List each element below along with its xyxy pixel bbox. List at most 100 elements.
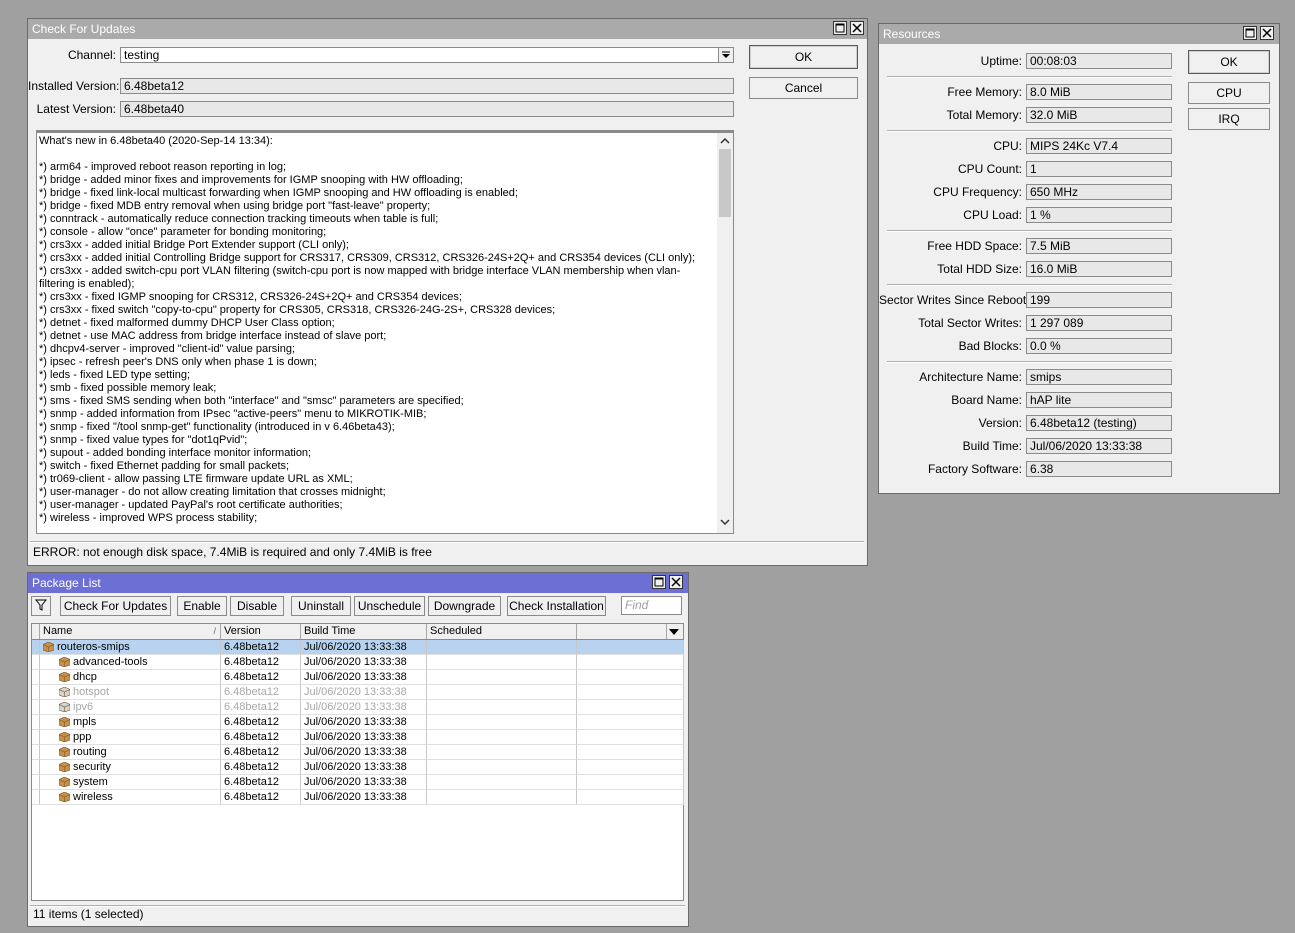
package-icon: [59, 777, 70, 787]
row-spacer-cell: [32, 775, 40, 790]
package-build-cell: Jul/06/2020 13:33:38: [301, 700, 427, 715]
changelog-line: *) crs3xx - added initial Controlling Br…: [39, 252, 696, 264]
free-memory-label: Free Memory:: [947, 85, 1022, 99]
scroll-up-icon[interactable]: [720, 136, 730, 148]
maximize-icon[interactable]: [833, 21, 847, 35]
package-build-cell: Jul/06/2020 13:33:38: [301, 745, 427, 760]
changelog-textarea[interactable]: What's new in 6.48beta40 (2020-Sep-14 13…: [36, 130, 734, 534]
cancel-button[interactable]: Cancel: [749, 77, 858, 99]
changelog-line: *) arm64 - improved reboot reason report…: [39, 161, 287, 173]
filter-button[interactable]: [31, 596, 51, 616]
package-name-cell: routing: [40, 745, 221, 760]
column-header-name[interactable]: Name /: [40, 624, 221, 639]
package-scheduled-cell: [427, 790, 577, 805]
table-row[interactable]: security 6.48beta12 Jul/06/2020 13:33:38: [32, 760, 684, 775]
disable-button[interactable]: Disable: [230, 596, 284, 616]
package-scheduled-cell: [427, 685, 577, 700]
package-version-cell: 6.48beta12: [221, 700, 301, 715]
package-build-cell: Jul/06/2020 13:33:38: [301, 655, 427, 670]
unschedule-button[interactable]: Unschedule: [354, 596, 425, 616]
table-row[interactable]: ppp 6.48beta12 Jul/06/2020 13:33:38: [32, 730, 684, 745]
row-spacer-cell: [32, 700, 40, 715]
resources-ok-button[interactable]: OK: [1188, 50, 1270, 74]
package-build-cell: Jul/06/2020 13:33:38: [301, 685, 427, 700]
irq-button[interactable]: IRQ: [1188, 108, 1270, 130]
package-list-window: Package List Check For Updates Enable Di…: [27, 572, 689, 927]
row-spacer-cell: [577, 670, 684, 685]
package-scheduled-cell: [427, 715, 577, 730]
table-row[interactable]: hotspot 6.48beta12 Jul/06/2020 13:33:38: [32, 685, 684, 700]
column-header-scheduled[interactable]: Scheduled: [427, 624, 577, 639]
downgrade-button[interactable]: Downgrade: [428, 596, 501, 616]
table-row[interactable]: ipv6 6.48beta12 Jul/06/2020 13:33:38: [32, 700, 684, 715]
changelog-line: *) bridge - fixed MDB entry removal when…: [39, 200, 431, 212]
free-hdd-space-label: Free HDD Space:: [927, 239, 1022, 253]
package-name: routing: [73, 746, 107, 758]
column-header-version[interactable]: Version: [221, 624, 301, 639]
table-row[interactable]: wireless 6.48beta12 Jul/06/2020 13:33:38: [32, 790, 684, 805]
close-icon[interactable]: [850, 21, 864, 35]
cpu-button[interactable]: CPU: [1188, 82, 1270, 104]
column-menu-icon[interactable]: [669, 627, 679, 639]
row-spacer-cell: [32, 715, 40, 730]
column-header-build-time[interactable]: Build Time: [301, 624, 427, 639]
changelog-line: *) snmp - added information from IPsec "…: [39, 408, 427, 420]
package-name-cell: hotspot: [40, 685, 221, 700]
package-icon: [43, 642, 54, 652]
row-spacer-cell: [577, 715, 684, 730]
package-scheduled-cell: [427, 745, 577, 760]
table-row[interactable]: routing 6.48beta12 Jul/06/2020 13:33:38: [32, 745, 684, 760]
close-icon[interactable]: [1260, 26, 1274, 40]
uninstall-button[interactable]: Uninstall: [291, 596, 351, 616]
package-name: ppp: [73, 731, 92, 743]
changelog-line: *) bridge - added minor fixes and improv…: [39, 174, 463, 186]
row-spacer-cell: [32, 790, 40, 805]
total-hdd-size-label: Total HDD Size:: [937, 262, 1022, 276]
channel-select[interactable]: testing: [120, 47, 734, 63]
table-row[interactable]: system 6.48beta12 Jul/06/2020 13:33:38: [32, 775, 684, 790]
close-icon[interactable]: [669, 575, 683, 589]
table-row[interactable]: dhcp 6.48beta12 Jul/06/2020 13:33:38: [32, 670, 684, 685]
table-row[interactable]: routeros-smips 6.48beta12 Jul/06/2020 13:3…: [32, 640, 684, 655]
table-row[interactable]: advanced-tools 6.48beta12 Jul/06/2020 13:3…: [32, 655, 684, 670]
row-spacer-cell: [577, 685, 684, 700]
maximize-icon[interactable]: [1243, 26, 1257, 40]
dropdown-arrow-icon[interactable]: [718, 48, 733, 62]
check-installation-button[interactable]: Check Installation: [507, 596, 606, 616]
find-input[interactable]: Find: [621, 596, 682, 615]
check-for-updates-button[interactable]: Check For Updates: [60, 596, 171, 616]
enable-button[interactable]: Enable: [177, 596, 227, 616]
scroll-down-icon[interactable]: [720, 517, 730, 529]
package-list-titlebar[interactable]: Package List: [28, 573, 688, 593]
package-name: ipv6: [73, 701, 94, 713]
package-icon: [59, 732, 70, 742]
changelog-line: *) bridge - fixed link-local multicast f…: [39, 187, 518, 199]
package-version-cell: 6.48beta12: [221, 790, 301, 805]
changelog-line: *) user-manager - do not allow creating …: [39, 486, 386, 498]
maximize-icon[interactable]: [652, 575, 666, 589]
board-name-label: Board Name:: [951, 393, 1022, 407]
status-divider: [30, 541, 864, 543]
changelog-scrollbar[interactable]: [717, 133, 733, 533]
package-name-cell: dhcp: [40, 670, 221, 685]
row-spacer-cell: [577, 700, 684, 715]
section-divider: [887, 230, 1172, 232]
resources-titlebar[interactable]: Resources: [879, 24, 1279, 44]
row-spacer-cell: [577, 790, 684, 805]
changelog-scroll-thumb[interactable]: [719, 149, 731, 217]
check-for-updates-window: Check For Updates Channel: testing Insta…: [27, 18, 868, 566]
changelog-line: *) wireless - improved WPS process stabi…: [39, 512, 258, 524]
package-build-cell: Jul/06/2020 13:33:38: [301, 730, 427, 745]
total-memory-label: Total Memory:: [946, 108, 1022, 122]
package-icon: [59, 702, 70, 712]
table-row[interactable]: mpls 6.48beta12 Jul/06/2020 13:33:38: [32, 715, 684, 730]
changelog-line: *) supout - added bonding interface moni…: [39, 447, 312, 459]
check-for-updates-titlebar[interactable]: Check For Updates: [28, 19, 867, 39]
architecture-name-field: smips: [1026, 369, 1172, 385]
ok-button[interactable]: OK: [749, 45, 858, 69]
filter-icon: [34, 599, 48, 614]
package-name-cell: routeros-smips: [40, 640, 221, 655]
changelog-line: *) switch - fixed Ethernet padding for s…: [39, 460, 290, 472]
package-name-cell: advanced-tools: [40, 655, 221, 670]
row-spacer-cell: [577, 745, 684, 760]
